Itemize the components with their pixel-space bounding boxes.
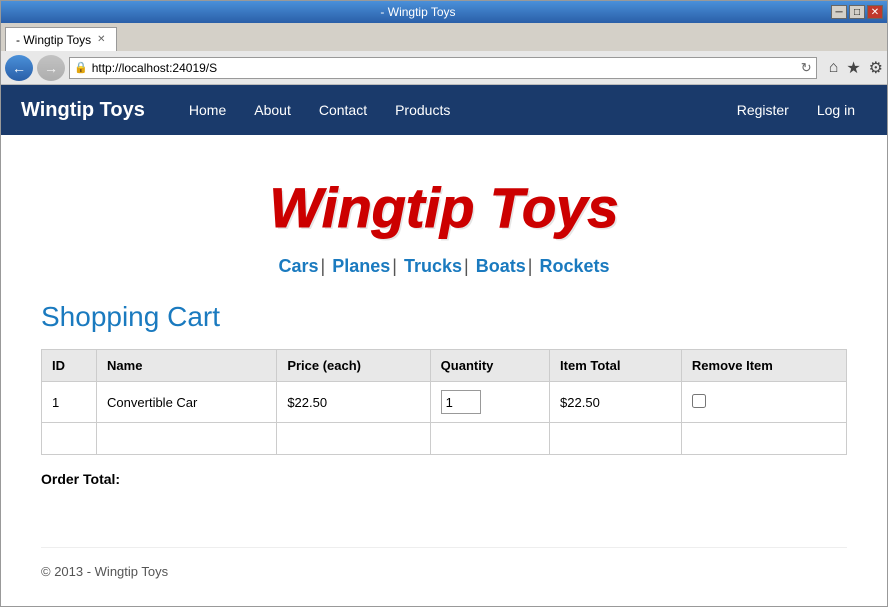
separator-1: | bbox=[321, 256, 326, 276]
separator-3: | bbox=[464, 256, 469, 276]
home-icon[interactable]: ⌂ bbox=[829, 59, 839, 77]
col-header-price: Price (each) bbox=[277, 350, 430, 382]
browser-window: - Wingtip Toys ─ □ ✕ - Wingtip Toys ✕ ← … bbox=[0, 0, 888, 607]
col-header-item-total: Item Total bbox=[550, 350, 682, 382]
site-title: Wingtip Toys bbox=[41, 175, 847, 240]
page-content: Wingtip Toys Home About Contact Products… bbox=[1, 85, 887, 606]
site-title-container: Wingtip Toys bbox=[41, 175, 847, 240]
cart-table: ID Name Price (each) Quantity Item Total… bbox=[41, 349, 847, 455]
navbar: Wingtip Toys Home About Contact Products… bbox=[1, 85, 887, 135]
login-link[interactable]: Log in bbox=[805, 85, 867, 135]
remove-checkbox[interactable] bbox=[692, 394, 706, 408]
navbar-right: Register Log in bbox=[725, 85, 867, 135]
empty-cell-5 bbox=[550, 423, 682, 455]
cell-price: $22.50 bbox=[277, 382, 430, 423]
title-bar: - Wingtip Toys ─ □ ✕ bbox=[1, 1, 887, 23]
tab-bar: - Wingtip Toys ✕ bbox=[1, 23, 887, 51]
col-header-name: Name bbox=[97, 350, 277, 382]
table-header-row: ID Name Price (each) Quantity Item Total… bbox=[42, 350, 847, 382]
footer-text: © 2013 - Wingtip Toys bbox=[41, 564, 168, 579]
category-rockets[interactable]: Rockets bbox=[539, 256, 609, 276]
empty-cell-4 bbox=[430, 423, 549, 455]
order-total-label: Order Total: bbox=[41, 471, 120, 487]
empty-cell-3 bbox=[277, 423, 430, 455]
category-cars[interactable]: Cars bbox=[279, 256, 319, 276]
navbar-nav: Home About Contact Products bbox=[175, 85, 725, 135]
empty-cell-6 bbox=[681, 423, 846, 455]
main-content: Wingtip Toys Cars| Planes| Trucks| Boats… bbox=[1, 135, 887, 606]
cell-quantity[interactable] bbox=[430, 382, 549, 423]
browser-toolbar: ← → 🔒 ↻ ⌂ ★ ⚙ bbox=[1, 51, 887, 85]
section-title: Shopping Cart bbox=[41, 301, 847, 333]
category-boats[interactable]: Boats bbox=[476, 256, 526, 276]
settings-icon[interactable]: ⚙ bbox=[869, 58, 883, 78]
separator-2: | bbox=[392, 256, 397, 276]
footer: © 2013 - Wingtip Toys bbox=[41, 547, 847, 595]
tab-title: - Wingtip Toys bbox=[16, 33, 91, 47]
empty-cell-2 bbox=[97, 423, 277, 455]
quantity-input[interactable] bbox=[441, 390, 481, 414]
browser-icons: ⌂ ★ ⚙ bbox=[829, 58, 883, 78]
nav-item-home[interactable]: Home bbox=[175, 85, 240, 135]
nav-link-home[interactable]: Home bbox=[175, 85, 240, 135]
table-row: 1 Convertible Car $22.50 $22.50 bbox=[42, 382, 847, 423]
cell-name: Convertible Car bbox=[97, 382, 277, 423]
nav-link-products[interactable]: Products bbox=[381, 85, 464, 135]
col-header-id: ID bbox=[42, 350, 97, 382]
nav-item-contact[interactable]: Contact bbox=[305, 85, 381, 135]
title-bar-text: - Wingtip Toys bbox=[5, 5, 831, 19]
browser-tab[interactable]: - Wingtip Toys ✕ bbox=[5, 27, 117, 51]
address-input[interactable] bbox=[92, 61, 797, 75]
empty-cell-1 bbox=[42, 423, 97, 455]
table-body: 1 Convertible Car $22.50 $22.50 bbox=[42, 382, 847, 455]
register-link[interactable]: Register bbox=[725, 85, 801, 135]
nav-item-about[interactable]: About bbox=[240, 85, 305, 135]
refresh-icon[interactable]: ↻ bbox=[801, 60, 812, 76]
separator-4: | bbox=[528, 256, 533, 276]
col-header-quantity: Quantity bbox=[430, 350, 549, 382]
close-button[interactable]: ✕ bbox=[867, 5, 883, 19]
cell-remove[interactable] bbox=[681, 382, 846, 423]
back-button[interactable]: ← bbox=[5, 55, 33, 81]
favorites-icon[interactable]: ★ bbox=[846, 58, 860, 78]
tab-close-icon[interactable]: ✕ bbox=[97, 34, 105, 45]
forward-button[interactable]: → bbox=[37, 55, 65, 81]
category-nav: Cars| Planes| Trucks| Boats| Rockets bbox=[41, 256, 847, 277]
cell-id: 1 bbox=[42, 382, 97, 423]
table-row-empty bbox=[42, 423, 847, 455]
minimize-button[interactable]: ─ bbox=[831, 5, 847, 19]
nav-item-products[interactable]: Products bbox=[381, 85, 464, 135]
address-bar: 🔒 ↻ bbox=[69, 57, 817, 79]
order-total: Order Total: bbox=[41, 471, 847, 487]
nav-link-about[interactable]: About bbox=[240, 85, 305, 135]
col-header-remove: Remove Item bbox=[681, 350, 846, 382]
maximize-button[interactable]: □ bbox=[849, 5, 865, 19]
table-head: ID Name Price (each) Quantity Item Total… bbox=[42, 350, 847, 382]
category-planes[interactable]: Planes bbox=[332, 256, 390, 276]
security-icon: 🔒 bbox=[74, 61, 88, 74]
nav-link-contact[interactable]: Contact bbox=[305, 85, 381, 135]
title-bar-buttons: ─ □ ✕ bbox=[831, 5, 883, 19]
category-trucks[interactable]: Trucks bbox=[404, 256, 462, 276]
cell-item-total: $22.50 bbox=[550, 382, 682, 423]
navbar-brand[interactable]: Wingtip Toys bbox=[21, 99, 145, 122]
